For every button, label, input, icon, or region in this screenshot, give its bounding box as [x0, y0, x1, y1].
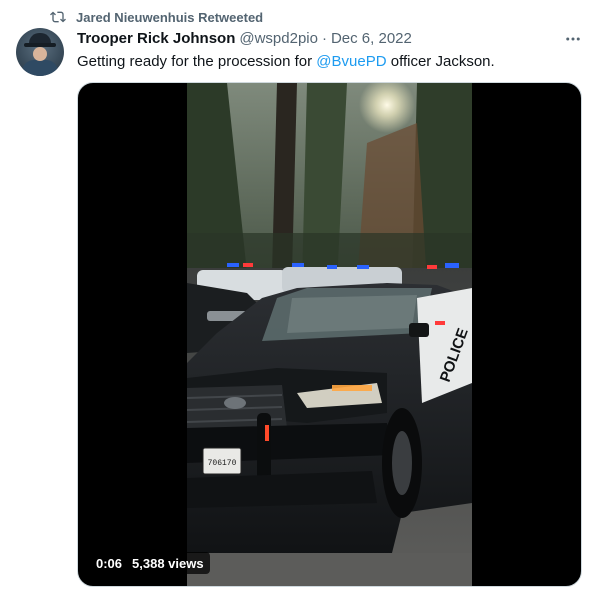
retweet-context[interactable]: Jared Nieuwenhuis Retweeted	[50, 8, 263, 26]
video-frame[interactable]: POLICE 706170	[187, 83, 472, 586]
mention-link[interactable]: @BvuePD	[316, 53, 386, 70]
avatar[interactable]	[16, 28, 64, 76]
more-horizontal-icon	[566, 37, 580, 41]
video-player[interactable]: POLICE 706170 0:06 5,388 views	[77, 82, 582, 587]
author-name[interactable]: Trooper Rick Johnson	[77, 30, 235, 47]
video-thumbnail: POLICE 706170	[187, 83, 472, 586]
author-handle[interactable]: @wspd2pio	[239, 30, 318, 47]
video-duration: 0:06	[96, 555, 123, 571]
license-plate: 706170	[208, 459, 237, 468]
tweet-text-part: officer Jackson.	[386, 53, 495, 70]
tweet-text: Getting ready for the procession for @Bv…	[77, 52, 495, 72]
video-views: 5,388 views	[132, 555, 204, 571]
video-stats-badge: 0:06 5,388 views	[90, 552, 210, 574]
retweet-icon	[50, 11, 66, 23]
tweet-text-part: Getting ready for the procession for	[77, 53, 317, 70]
more-button[interactable]	[562, 30, 584, 48]
tweet-header: Trooper Rick Johnson @wspd2pio · Dec 6, …	[77, 30, 412, 47]
retweeted-by-label: Jared Nieuwenhuis Retweeted	[76, 9, 264, 25]
tweet-date[interactable]: Dec 6, 2022	[331, 30, 412, 47]
separator-dot: ·	[321, 30, 327, 47]
